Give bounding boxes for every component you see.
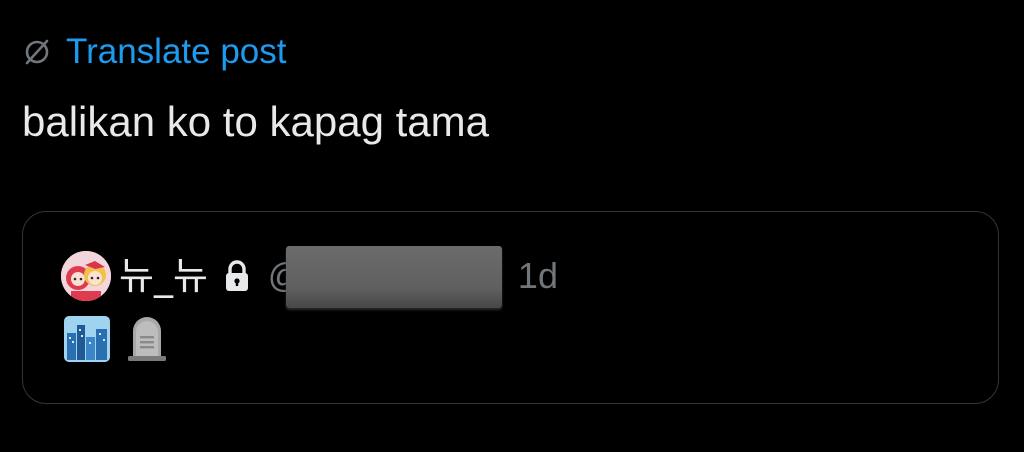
handle-redaction — [285, 246, 502, 308]
quoted-post-text — [63, 315, 171, 363]
headstone-emoji — [123, 315, 171, 363]
quoted-post-header: 뉴_뉴 @ 1d — [61, 246, 558, 308]
avatar-icon[interactable] — [61, 251, 111, 301]
globe-slash-icon — [22, 37, 52, 67]
cityscape-emoji — [63, 315, 111, 363]
display-name[interactable]: 뉴_뉴 — [119, 254, 208, 298]
handle[interactable]: @ — [268, 246, 508, 308]
lock-icon — [222, 258, 252, 294]
translate-post-label: Translate post — [66, 32, 287, 71]
quoted-post-card[interactable]: 뉴_뉴 @ 1d — [22, 211, 999, 404]
timestamp[interactable]: 1d — [518, 254, 558, 298]
post-text: balikan ko to kapag tama — [22, 98, 489, 145]
translate-post-link[interactable]: Translate post — [22, 30, 286, 74]
